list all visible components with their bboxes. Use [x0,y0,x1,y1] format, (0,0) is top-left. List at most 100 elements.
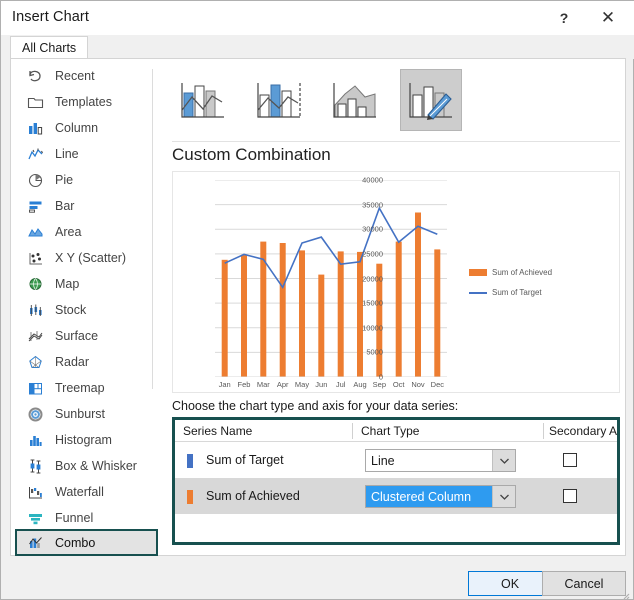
pie-chart-icon [23,170,47,190]
help-icon[interactable]: ? [543,1,585,35]
sidebar-item-sunburst[interactable]: Sunburst [17,401,145,427]
legend-label: Sum of Target [492,288,542,297]
series-config-table: Series Name Chart Type Secondary Axis Su… [172,417,620,545]
line-chart-icon [23,144,47,164]
series-name: Sum of Target [206,453,284,467]
chart-type-value: Line [371,453,395,468]
chart-canvas [215,180,447,377]
sidebar-item-line[interactable]: Line [17,141,145,167]
chart-type-value: Clustered Column [366,486,492,507]
ok-button[interactable]: OK [468,571,552,596]
bar-chart-icon [23,196,47,216]
chart-type-gallery [172,69,620,135]
sidebar-item-surface[interactable]: Surface [17,323,145,349]
preview-title: Custom Combination [172,145,331,164]
sidebar-item-recent[interactable]: Recent [17,63,145,89]
sunburst-icon [23,404,47,424]
sidebar-item-label: Column [55,121,99,135]
chart-category-sidebar: Recent Templates Column Line Pie Bar Are… [11,59,158,556]
secondary-axis-checkbox-target[interactable] [563,453,577,467]
combo-chart-icon [23,533,47,553]
legend-bar-swatch-icon [469,269,487,276]
sidebar-item-label: Box & Whisker [55,459,137,473]
sidebar-item-label: X Y (Scatter) [55,251,127,265]
chart-plot-area [215,180,447,377]
sidebar-item-pie[interactable]: Pie [17,167,145,193]
sidebar-item-label: Stock [55,303,87,317]
sidebar-item-histogram[interactable]: Histogram [17,427,145,453]
y-axis-tick-label: 35000 [362,200,383,210]
sidebar-item-box-whisker[interactable]: Box & Whisker [17,453,145,479]
legend-label: Sum of Achieved [492,268,553,277]
waterfall-icon [23,482,47,502]
sidebar-item-radar[interactable]: Radar [17,349,145,375]
chart-type-dropdown-achieved[interactable]: Clustered Column [365,485,516,508]
chart-legend: Sum of Achieved Sum of Target [469,268,552,308]
sidebar-item-label: Templates [55,95,112,109]
header-divider [543,423,544,439]
funnel-icon [23,508,47,528]
secondary-axis-checkbox-achieved[interactable] [563,489,577,503]
chevron-down-icon[interactable] [492,486,515,507]
x-axis-tick-label: Dec [430,380,444,389]
sidebar-item-templates[interactable]: Templates [17,89,145,115]
series-instruction: Choose the chart type and axis for your … [172,399,459,413]
resize-grip[interactable] [620,587,630,600]
close-icon[interactable]: ✕ [587,1,629,35]
sidebar-divider [152,69,153,389]
clustered-column-line-icon [181,83,224,118]
sidebar-item-treemap[interactable]: Treemap [17,375,145,401]
series-row-target: Sum of Target Line [175,442,617,478]
scatter-chart-icon [23,248,47,268]
dialog-title: Insert Chart [12,9,89,25]
stock-chart-icon [23,300,47,320]
sidebar-item-label: Recent [55,69,95,83]
gallery-thumb-clustered-column-line-secondary-axis[interactable] [248,69,310,131]
gallery-thumb-clustered-column-line[interactable] [172,69,234,131]
chart-type-dropdown-target[interactable]: Line [365,449,516,472]
sidebar-item-label: Radar [55,355,90,369]
sidebar-item-bar[interactable]: Bar [17,193,145,219]
y-axis-tick-label: 30000 [362,224,383,234]
sidebar-item-label: Sunburst [55,407,106,421]
sidebar-item-label: Line [55,147,79,161]
sidebar-item-label: Funnel [55,511,94,525]
radar-chart-icon [23,352,47,372]
tab-all-charts[interactable]: All Charts [10,36,89,59]
sidebar-item-label: Waterfall [55,485,104,499]
cancel-button[interactable]: Cancel [542,571,626,596]
histogram-icon [23,430,47,450]
custom-combination-icon [409,83,452,120]
sidebar-item-area[interactable]: Area [17,219,145,245]
sidebar-item-funnel[interactable]: Funnel [17,505,145,531]
column-header-series-name: Series Name [183,424,253,438]
recent-undo-icon [23,66,47,86]
gallery-thumb-custom-combination[interactable] [400,69,462,131]
sidebar-item-combo[interactable]: Combo [15,529,158,556]
sidebar-item-column[interactable]: Column [17,115,145,141]
legend-item-achieved: Sum of Achieved [469,268,552,277]
dialog-title-bar: Insert Chart ? ✕ [1,1,634,35]
sidebar-item-xy-scatter[interactable]: X Y (Scatter) [17,245,145,271]
area-chart-icon [23,222,47,242]
surface-chart-icon [23,326,47,346]
map-globe-icon [23,274,47,294]
column-header-chart-type: Chart Type [361,424,420,438]
y-axis-tick-label: 25000 [362,249,383,259]
sidebar-item-label: Map [55,277,80,291]
sidebar-item-stock[interactable]: Stock [17,297,145,323]
dialog-content-panel: Recent Templates Column Line Pie Bar Are… [10,58,626,556]
gallery-thumb-stacked-area-clustered-column[interactable] [324,69,386,131]
series-color-swatch-icon [187,490,193,504]
folder-icon [23,92,47,112]
stacked-area-clustered-column-icon [333,83,376,118]
sidebar-item-label: Area [55,225,82,239]
box-whisker-icon [23,456,47,476]
chevron-down-icon[interactable] [492,450,515,471]
y-axis-tick-label: 40000 [362,175,383,185]
column-header-secondary-axis: Secondary Axis [549,424,617,438]
sidebar-item-map[interactable]: Map [17,271,145,297]
y-axis-tick-label: 15000 [362,298,383,308]
gallery-divider [172,141,620,142]
sidebar-item-waterfall[interactable]: Waterfall [17,479,145,505]
